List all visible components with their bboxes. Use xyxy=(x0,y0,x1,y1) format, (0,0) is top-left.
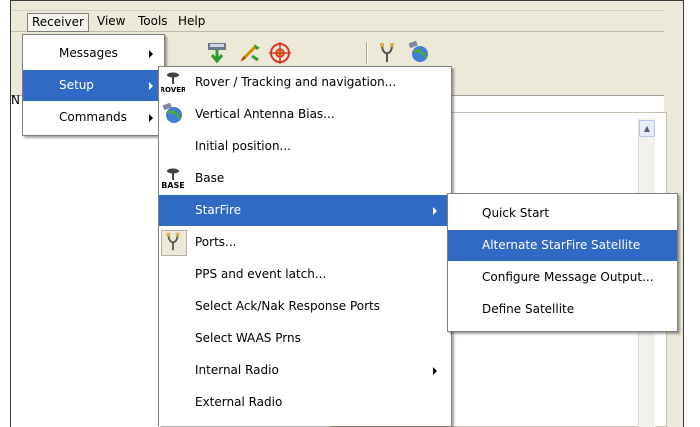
menu-item-vertical-antenna-bias[interactable]: Vertical Antenna Bias... xyxy=(159,99,451,130)
menu-item-label: Initial position... xyxy=(195,139,291,153)
menu-view[interactable]: View xyxy=(93,13,129,30)
menu-receiver[interactable]: Receiver xyxy=(27,13,89,32)
menu-item-label: PPS and event latch... xyxy=(195,267,327,281)
submenu-arrow-icon xyxy=(433,207,437,215)
submenu-arrow-icon xyxy=(149,50,153,58)
target-icon[interactable] xyxy=(266,40,294,66)
menu-item-base[interactable]: BASE Base xyxy=(159,163,451,194)
menu-item-rover[interactable]: ROVER Rover / Tracking and navigation... xyxy=(159,67,451,98)
window-border xyxy=(10,0,684,1)
menu-item-label: Rover / Tracking and navigation... xyxy=(195,75,397,89)
menu-item-label: Select Ack/Nak Response Ports xyxy=(195,299,381,313)
menu-item-internal-radio[interactable]: Internal Radio xyxy=(159,355,451,386)
menu-item-commands[interactable]: Commands xyxy=(23,102,164,133)
base-icon: BASE xyxy=(161,166,185,190)
menu-item-label: Vertical Antenna Bias... xyxy=(195,107,335,121)
globe-satellite-icon[interactable] xyxy=(406,40,434,66)
menu-item-label: Configure Message Output... xyxy=(482,270,654,284)
satellite-arrow-icon[interactable] xyxy=(236,40,264,66)
menu-item-label: StarFire xyxy=(195,203,242,217)
globe-satellite-icon xyxy=(161,102,185,126)
menu-item-messages[interactable]: Messages xyxy=(23,38,164,69)
download-data-icon[interactable] xyxy=(203,40,231,66)
menu-item-label: External Radio xyxy=(195,395,283,409)
menu-item-setup[interactable]: Setup xyxy=(23,70,164,101)
menu-item-define-satellite[interactable]: Define Satellite xyxy=(448,294,677,325)
receiver-menu: Messages Setup Commands xyxy=(22,34,165,136)
menu-item-quick-start[interactable]: Quick Start xyxy=(448,198,677,229)
menu-item-label: Ports... xyxy=(195,235,237,249)
menu-item-label: Commands xyxy=(59,110,127,124)
menu-item-configure-message-output[interactable]: Configure Message Output... xyxy=(448,262,677,293)
menu-item-label: Alternate StarFire Satellite xyxy=(482,238,641,252)
menu-tools[interactable]: Tools xyxy=(134,13,172,30)
menu-item-label: Setup xyxy=(59,78,94,92)
menu-item-ack-nak-ports[interactable]: Select Ack/Nak Response Ports xyxy=(159,291,451,322)
menu-item-label: Quick Start xyxy=(482,206,550,220)
menu-item-pps-event-latch[interactable]: PPS and event latch... xyxy=(159,259,451,290)
menu-item-label: Base xyxy=(195,171,225,185)
menu-item-label: Select WAAS Prns xyxy=(195,331,301,345)
menu-bar: Receiver View Tools Help xyxy=(11,10,664,32)
menu-item-waas-prns[interactable]: Select WAAS Prns xyxy=(159,323,451,354)
scroll-up-button[interactable]: ▲ xyxy=(639,120,655,137)
menu-item-alternate-starfire-satellite[interactable]: Alternate StarFire Satellite xyxy=(448,230,677,261)
menu-item-external-radio[interactable]: External Radio xyxy=(159,387,451,418)
menu-item-ports[interactable]: Ports... xyxy=(159,227,451,258)
svg-text:ROVER: ROVER xyxy=(161,86,185,94)
submenu-arrow-icon xyxy=(149,82,153,90)
menu-item-initial-position[interactable]: Initial position... xyxy=(159,131,451,162)
port-cable-icon xyxy=(161,230,187,256)
port-cable-icon[interactable] xyxy=(373,40,401,66)
toolbar-separator xyxy=(366,42,368,64)
starfire-menu: Quick Start Alternate StarFire Satellite… xyxy=(447,193,678,332)
menu-item-label: Define Satellite xyxy=(482,302,575,316)
menu-item-label: Messages xyxy=(59,46,118,60)
menu-item-starfire[interactable]: StarFire xyxy=(159,195,451,226)
menu-item-label: Internal Radio xyxy=(195,363,279,377)
partial-label: N xyxy=(11,93,20,107)
setup-menu: ROVER Rover / Tracking and navigation...… xyxy=(158,66,452,426)
submenu-arrow-icon xyxy=(433,367,437,375)
svg-text:BASE: BASE xyxy=(161,181,185,190)
submenu-arrow-icon xyxy=(149,114,153,122)
rover-icon: ROVER xyxy=(160,70,187,94)
menu-help[interactable]: Help xyxy=(174,13,209,30)
